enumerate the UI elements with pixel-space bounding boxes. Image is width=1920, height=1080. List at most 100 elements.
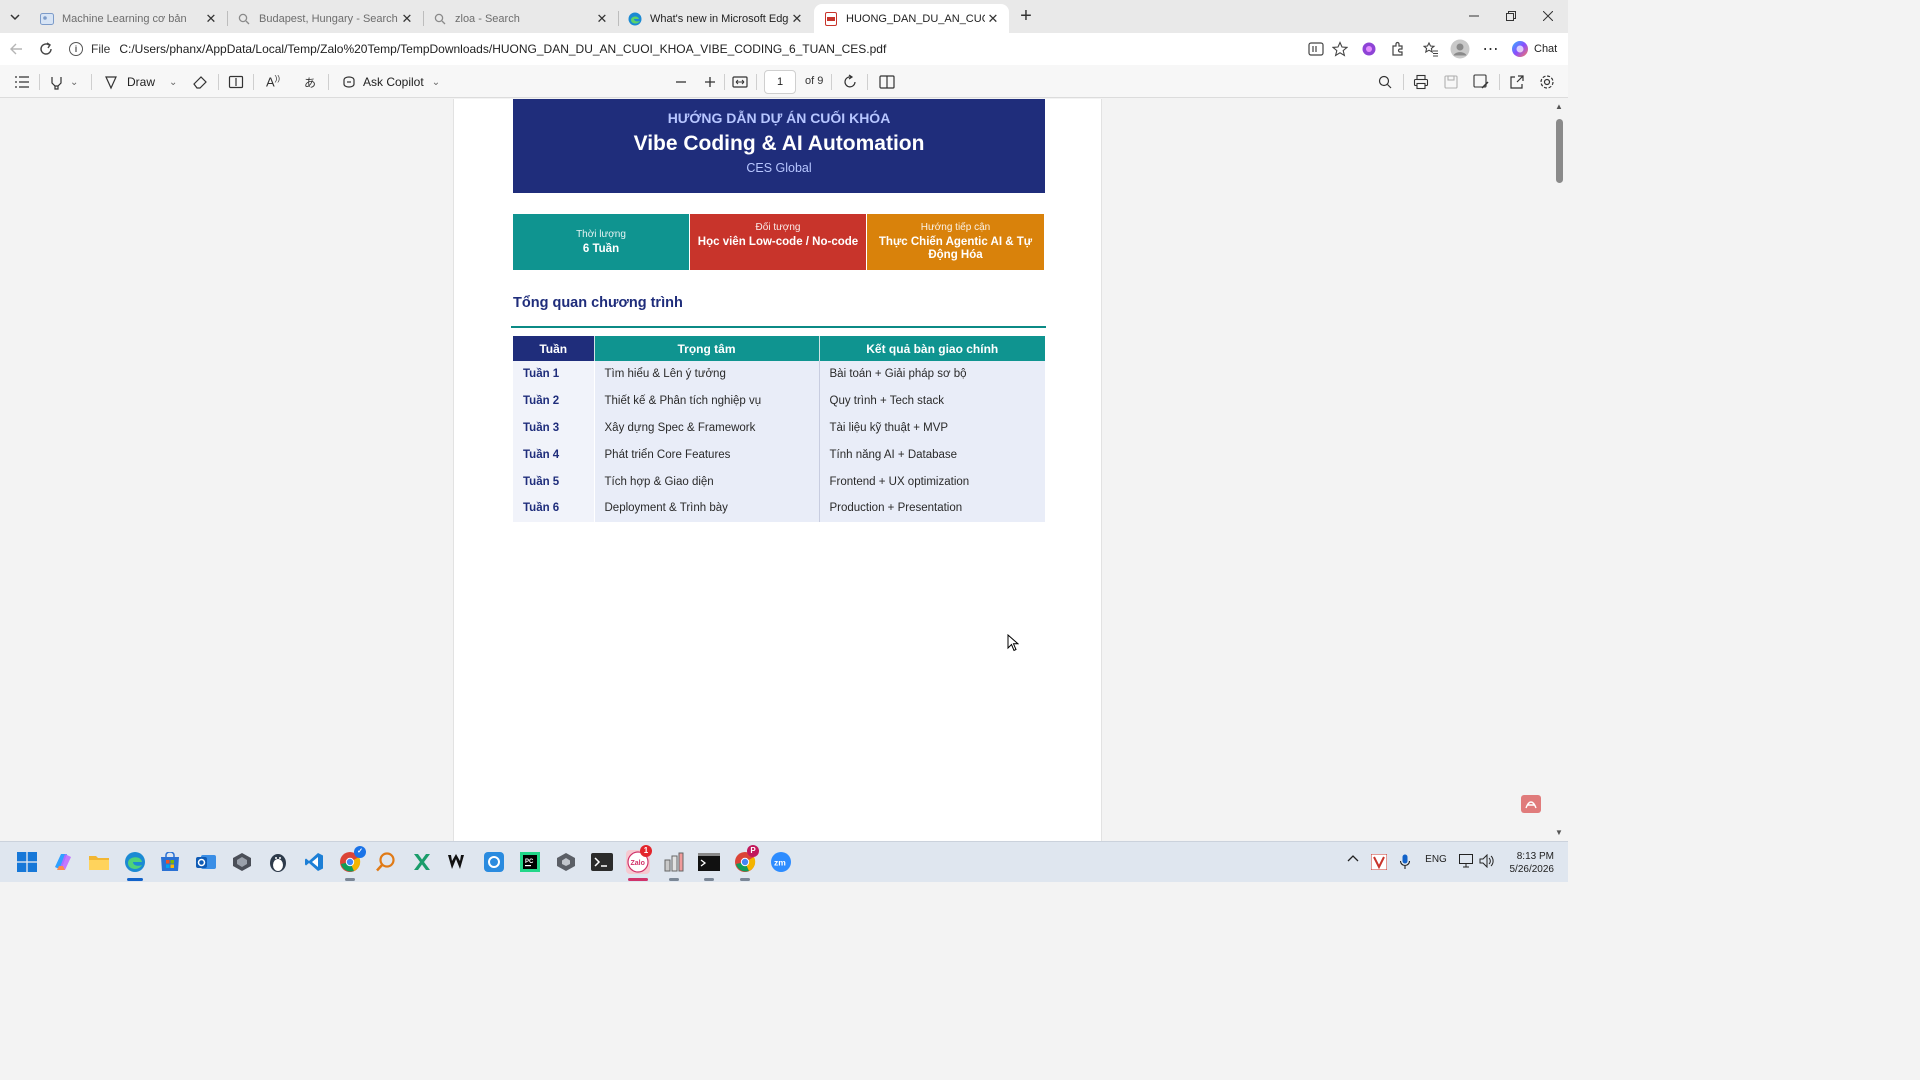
- find-button[interactable]: [1375, 71, 1395, 93]
- start-button[interactable]: [15, 850, 39, 874]
- show-hidden-icons-button[interactable]: [1345, 854, 1361, 862]
- print-button[interactable]: [1411, 71, 1431, 93]
- profile-avatar-icon[interactable]: [1450, 39, 1470, 59]
- close-window-button[interactable]: [1530, 4, 1566, 28]
- toolbar-divider: [831, 74, 832, 90]
- microphone-icon[interactable]: [1397, 854, 1413, 870]
- chrome-icon[interactable]: ✓: [338, 846, 366, 874]
- zalo-icon[interactable]: Zalo 1: [626, 845, 652, 874]
- save-button[interactable]: [1441, 71, 1461, 93]
- info-icon[interactable]: i: [69, 42, 83, 56]
- microsoft-store-icon[interactable]: [158, 850, 182, 874]
- back-button[interactable]: [5, 38, 27, 60]
- unity-app-icon[interactable]: [230, 850, 254, 874]
- deliverable-cell: Tính năng AI + Database: [818, 441, 1045, 469]
- zoom-icon[interactable]: zm: [769, 850, 793, 874]
- terminal-icon[interactable]: [590, 850, 614, 874]
- file-explorer-icon[interactable]: [87, 850, 111, 874]
- chevron-down-icon[interactable]: ⌄: [70, 77, 78, 88]
- acrobat-logo-icon[interactable]: [1521, 795, 1541, 813]
- penguin-app-icon[interactable]: [266, 850, 290, 874]
- url-text[interactable]: C:/Users/phanx/AppData/Local/Temp/Zalo%2…: [119, 42, 886, 56]
- address-field[interactable]: i File C:/Users/phanx/AppData/Local/Temp…: [63, 37, 1330, 61]
- chrome-profile-icon[interactable]: P: [733, 845, 759, 874]
- close-icon[interactable]: ✕: [594, 11, 610, 27]
- edge-taskbar-icon[interactable]: [123, 850, 147, 874]
- unity-hub-icon[interactable]: [554, 850, 578, 874]
- document-kicker: HƯỚNG DẪN DỰ ÁN CUỐI KHÓA: [667, 110, 891, 126]
- vertical-scrollbar[interactable]: ▲ ▼: [1552, 99, 1568, 841]
- tab-zloa-search[interactable]: zloa - Search ✕: [423, 4, 619, 33]
- notification-badge: 1: [640, 845, 652, 857]
- restore-button[interactable]: [1493, 4, 1529, 28]
- table-row: Tuần 1 Tìm hiểu & Lên ý tưởng Bài toán +…: [513, 361, 1045, 388]
- tab-machine-learning[interactable]: Machine Learning cơ bản ✕: [30, 4, 228, 33]
- tab-budapest-search[interactable]: Budapest, Hungary - Search ✕: [227, 4, 424, 33]
- pdf-page: HƯỚNG DẪN DỰ ÁN CUỐI KHÓA Vibe Coding & …: [453, 99, 1102, 841]
- translate-button[interactable]: あ: [300, 71, 320, 93]
- camera-app-icon[interactable]: [482, 850, 506, 874]
- volume-icon[interactable]: [1479, 854, 1495, 868]
- info-card-approach: Hướng tiếp cận Thực Chiến Agentic AI & T…: [867, 214, 1044, 270]
- minimize-button[interactable]: [1456, 4, 1492, 28]
- rotate-button[interactable]: [840, 71, 860, 93]
- immersive-reader-icon[interactable]: [1306, 39, 1326, 59]
- pdf-viewer[interactable]: HƯỚNG DẪN DỰ ÁN CUỐI KHÓA Vibe Coding & …: [0, 99, 1552, 841]
- save-as-button[interactable]: [1471, 71, 1491, 93]
- close-icon[interactable]: ✕: [203, 11, 219, 27]
- vietkey-icon[interactable]: [1370, 854, 1388, 870]
- page-total-label: of 9: [805, 75, 824, 87]
- new-tab-button[interactable]: +: [1015, 6, 1037, 28]
- outlook-icon[interactable]: [194, 850, 218, 874]
- highlight-button[interactable]: ⌄: [46, 71, 78, 93]
- close-icon[interactable]: ✕: [985, 11, 1001, 27]
- network-icon[interactable]: [1459, 854, 1475, 868]
- copilot-chat-button[interactable]: Chat: [1511, 39, 1557, 59]
- more-options-icon[interactable]: ⋯: [1480, 39, 1500, 59]
- favorite-star-icon[interactable]: [1330, 39, 1350, 59]
- svg-text:PC: PC: [525, 859, 534, 865]
- draw-button[interactable]: Draw ⌄: [101, 71, 177, 93]
- excel-like-icon[interactable]: [410, 850, 434, 874]
- add-text-button[interactable]: [226, 71, 246, 93]
- read-aloud-button[interactable]: A)): [263, 71, 283, 93]
- copilot-taskbar-icon[interactable]: [51, 850, 75, 874]
- system-clock[interactable]: 8:13 PM 5/26/2026: [1506, 850, 1555, 876]
- tab-actions-menu-button[interactable]: [4, 6, 26, 28]
- wps-app-icon[interactable]: [446, 850, 470, 874]
- search-app-icon[interactable]: [374, 850, 398, 874]
- language-indicator[interactable]: ENG: [1423, 854, 1449, 865]
- ask-copilot-button[interactable]: Ask Copilot ⌄: [339, 71, 440, 93]
- favorites-icon[interactable]: [1421, 39, 1441, 59]
- extensions-puzzle-icon[interactable]: [1388, 39, 1408, 59]
- chevron-down-icon[interactable]: ⌄: [169, 77, 177, 88]
- erase-button[interactable]: [190, 71, 210, 93]
- scrollbar-thumb[interactable]: [1556, 119, 1563, 183]
- contents-button[interactable]: [12, 71, 32, 93]
- command-prompt-icon[interactable]: [697, 850, 721, 874]
- chevron-up-icon: [1347, 855, 1359, 862]
- tab-whats-new-edge[interactable]: What's new in Microsoft Edge ✕: [618, 4, 813, 33]
- pen-icon: [101, 72, 121, 92]
- page-view-button[interactable]: [877, 71, 897, 93]
- extension-icon[interactable]: [1359, 39, 1379, 59]
- vscode-icon[interactable]: [302, 850, 326, 874]
- pycharm-icon[interactable]: PC: [518, 850, 542, 874]
- tab-pdf-active[interactable]: HUONG_DAN_DU_AN_CUOI_KHO... ✕: [814, 4, 1009, 33]
- zoom-out-button[interactable]: [671, 71, 691, 93]
- scroll-up-icon[interactable]: ▲: [1555, 102, 1563, 111]
- open-in-window-button[interactable]: [1507, 71, 1527, 93]
- page-number-input[interactable]: 1: [764, 70, 796, 94]
- refresh-button[interactable]: [35, 38, 57, 60]
- settings-button[interactable]: [1537, 71, 1557, 93]
- list-icon: [12, 72, 32, 92]
- running-indicator: [704, 878, 714, 881]
- close-icon[interactable]: ✕: [789, 11, 805, 27]
- close-icon[interactable]: ✕: [399, 11, 415, 27]
- network-tool-icon[interactable]: [662, 850, 686, 874]
- chevron-down-icon[interactable]: ⌄: [432, 77, 440, 88]
- zoom-in-button[interactable]: [700, 71, 720, 93]
- scroll-down-icon[interactable]: ▼: [1555, 828, 1563, 837]
- fit-page-button[interactable]: [730, 71, 750, 93]
- info-card-audience: Đối tượng Học viên Low-code / No-code: [690, 214, 866, 270]
